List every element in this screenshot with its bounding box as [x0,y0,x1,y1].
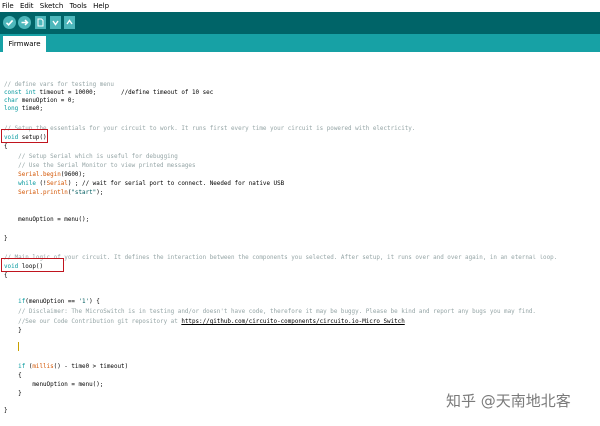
code-line: // Main logic of your circuit. It define… [4,255,558,261]
new-button[interactable] [35,16,46,29]
toolbar [0,12,600,34]
save-icon [66,19,73,25]
menu-edit[interactable]: Edit [20,0,34,12]
verify-icon [5,19,14,26]
code-line: Serial.begin(9600); [4,172,86,178]
code-line: } [4,328,22,334]
code-line: long time0; [4,106,44,112]
menu-sketch[interactable]: Sketch [40,0,64,12]
code-line: { [4,273,8,279]
code-line: } [4,391,22,397]
code-line: { [4,144,8,150]
menu-bar: File Edit Sketch Tools Help [0,0,600,12]
menu-file[interactable]: File [2,0,14,12]
menu-help[interactable]: Help [93,0,109,12]
code-line: menuOption = menu(); [4,217,90,223]
code-line: // define vars for testing menu [4,82,114,88]
code-line: // Setup Serial which is useful for debu… [4,154,178,160]
save-button[interactable] [64,16,75,29]
code-line: char menuOption = 0; [4,98,75,104]
open-button[interactable] [50,16,61,29]
code-line: } [4,408,8,414]
verify-button[interactable] [3,16,16,29]
code-line: menuOption = menu(); [4,382,104,388]
upload-icon [21,19,29,26]
code-line: if(menuOption == '1') { [4,299,100,305]
code-line: { [4,373,22,379]
code-line: while (!Serial) ; // wait for serial por… [4,181,285,187]
code-line: // Disclaimer: The MicroSwitch is in tes… [4,309,536,315]
tab-strip: Firmware [0,34,600,52]
code-line: Serial.println("start"); [4,190,104,196]
new-icon [37,18,44,27]
watermark: 知乎 @天南地北客 [446,392,571,410]
code-line: const int timeout = 10000; //define time… [4,90,214,96]
menu-tools[interactable]: Tools [70,0,87,12]
code-editor[interactable]: // define vars for testing menu const in… [0,52,600,426]
highlight-loop [1,258,64,272]
code-line: } [4,236,8,242]
highlight-setup [1,129,48,143]
code-line: // Use the Serial Monitor to view printe… [4,163,196,169]
code-line: // Setup the essentials for your circuit… [4,126,416,132]
text-cursor [18,342,19,351]
code-line: //See our Code Contribution git reposito… [4,319,405,325]
code-line: if (millis() - time0 > timeout) [4,364,129,370]
tab-firmware[interactable]: Firmware [3,36,46,52]
open-icon [52,20,59,26]
repo-link[interactable]: https://github.com/circuito-components/c… [181,319,404,325]
upload-button[interactable] [18,16,31,29]
